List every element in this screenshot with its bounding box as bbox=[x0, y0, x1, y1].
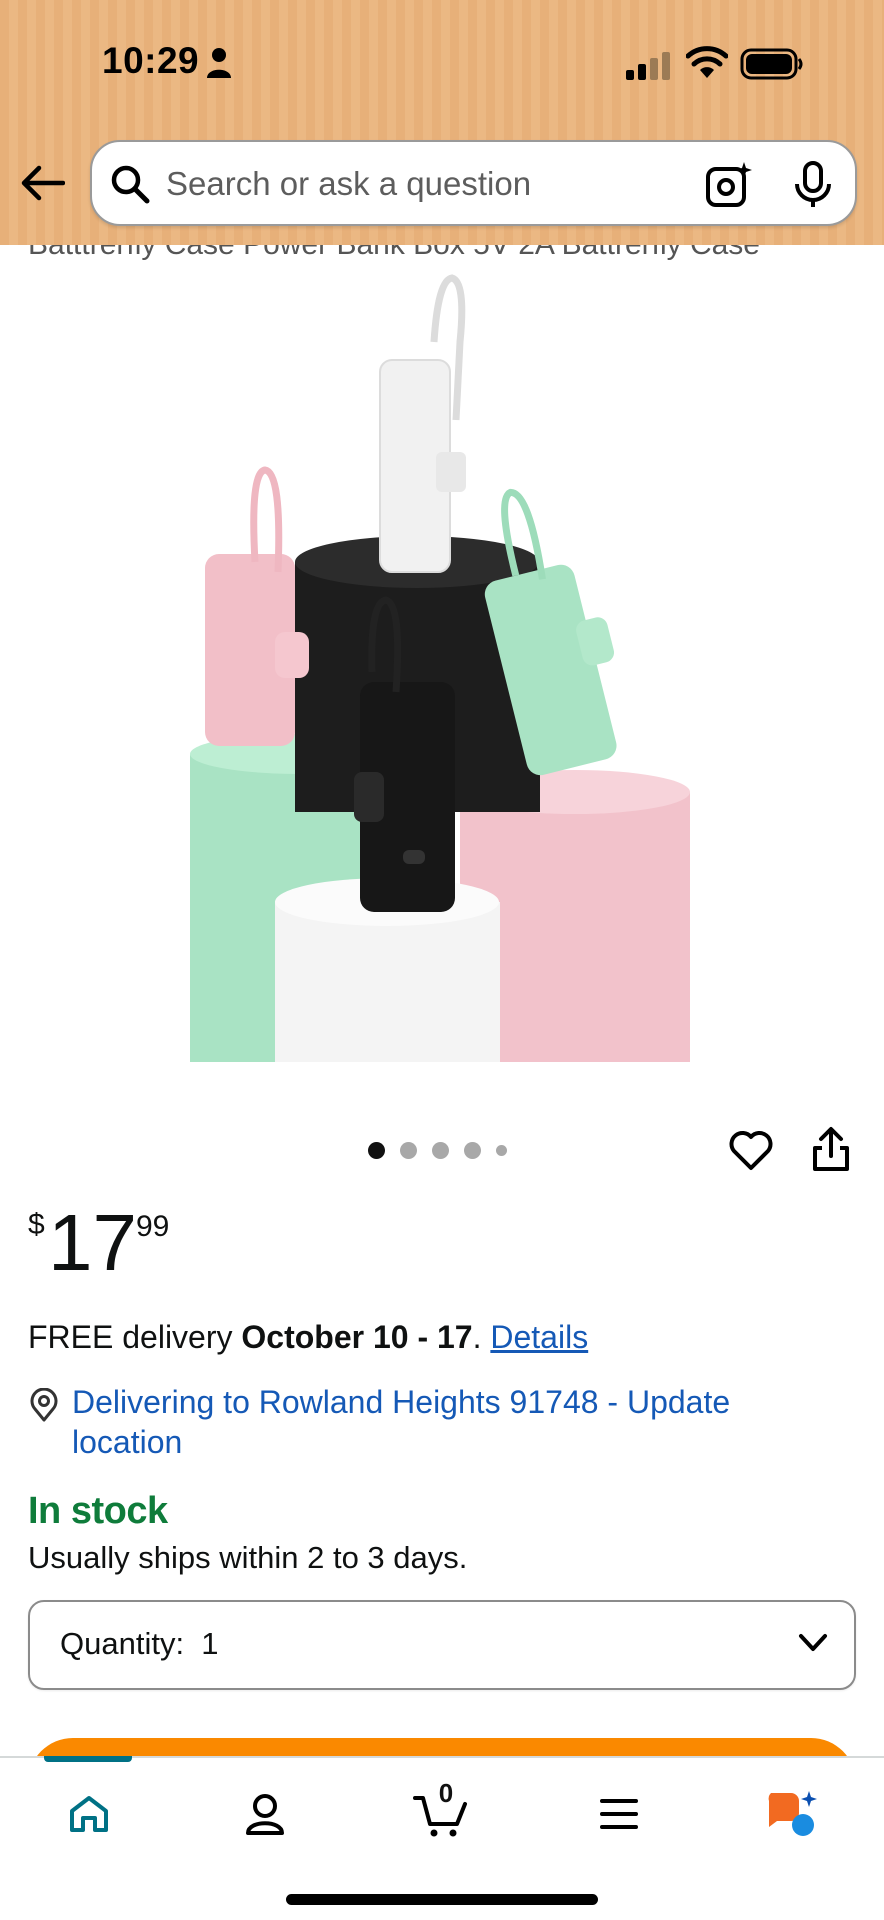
nav-rufus-assistant[interactable] bbox=[758, 1784, 828, 1844]
image-carousel-dots[interactable] bbox=[368, 1140, 507, 1160]
chevron-down-icon bbox=[799, 1634, 827, 1651]
quantity-text: Quantity: 1 bbox=[60, 1626, 219, 1662]
carousel-dot[interactable] bbox=[464, 1141, 481, 1159]
nav-cart[interactable]: 0 bbox=[406, 1778, 476, 1844]
quantity-label: Quantity: bbox=[60, 1626, 185, 1661]
carousel-dot[interactable] bbox=[400, 1141, 417, 1159]
signal-icon bbox=[626, 52, 670, 80]
delivery-separator: . bbox=[472, 1319, 491, 1355]
delivery-dates: October 10 - 17 bbox=[241, 1319, 473, 1355]
camera-lens-icon[interactable] bbox=[704, 160, 754, 210]
heart-icon[interactable] bbox=[728, 1128, 774, 1172]
details-link[interactable]: Details bbox=[490, 1319, 588, 1355]
delivery-location-link[interactable]: Delivering to Rowland Heights 91748 - Up… bbox=[72, 1382, 792, 1462]
search-icon bbox=[111, 165, 150, 204]
quantity-value: 1 bbox=[201, 1626, 219, 1661]
nav-home[interactable] bbox=[54, 1784, 124, 1844]
wifi-icon bbox=[686, 46, 728, 78]
status-bar: 10:29 bbox=[0, 0, 884, 130]
price-whole: 17 bbox=[48, 1198, 137, 1287]
search-box[interactable] bbox=[90, 140, 857, 226]
person-icon bbox=[246, 1794, 284, 1835]
home-indicator bbox=[286, 1894, 598, 1905]
home-icon bbox=[70, 1796, 108, 1832]
cart-count: 0 bbox=[438, 1778, 454, 1808]
bottom-nav: 0 bbox=[0, 1756, 884, 1920]
delivery-info: FREE delivery October 10 - 17. Details bbox=[28, 1317, 588, 1357]
status-time: 10:29 bbox=[102, 40, 200, 81]
carousel-dot[interactable] bbox=[496, 1144, 507, 1156]
microphone-icon[interactable] bbox=[792, 160, 834, 210]
delivery-prefix: FREE delivery bbox=[28, 1319, 242, 1355]
header: 10:29 bbox=[0, 0, 884, 245]
search-input[interactable] bbox=[166, 160, 686, 208]
price-fraction: 99 bbox=[136, 1210, 170, 1243]
arrow-left-icon bbox=[21, 165, 65, 201]
nav-account[interactable] bbox=[230, 1784, 300, 1844]
quantity-select[interactable]: Quantity: 1 bbox=[28, 1600, 856, 1690]
hamburger-icon bbox=[600, 1799, 638, 1829]
share-icon[interactable] bbox=[812, 1126, 850, 1172]
location-pin-icon bbox=[30, 1388, 58, 1422]
product-image[interactable] bbox=[190, 272, 690, 1062]
carousel-dot[interactable] bbox=[432, 1141, 449, 1159]
carousel-dot[interactable] bbox=[368, 1141, 385, 1159]
person-status-icon bbox=[207, 48, 231, 78]
price-symbol: $ bbox=[28, 1208, 45, 1241]
back-button[interactable] bbox=[18, 158, 68, 208]
stock-status: In stock bbox=[28, 1490, 168, 1532]
active-tab-indicator bbox=[44, 1756, 132, 1762]
battery-icon bbox=[740, 48, 803, 80]
nav-menu[interactable] bbox=[584, 1784, 654, 1844]
chat-sparkle-icon bbox=[768, 1791, 817, 1836]
shipping-info: Usually ships within 2 to 3 days. bbox=[28, 1540, 468, 1575]
